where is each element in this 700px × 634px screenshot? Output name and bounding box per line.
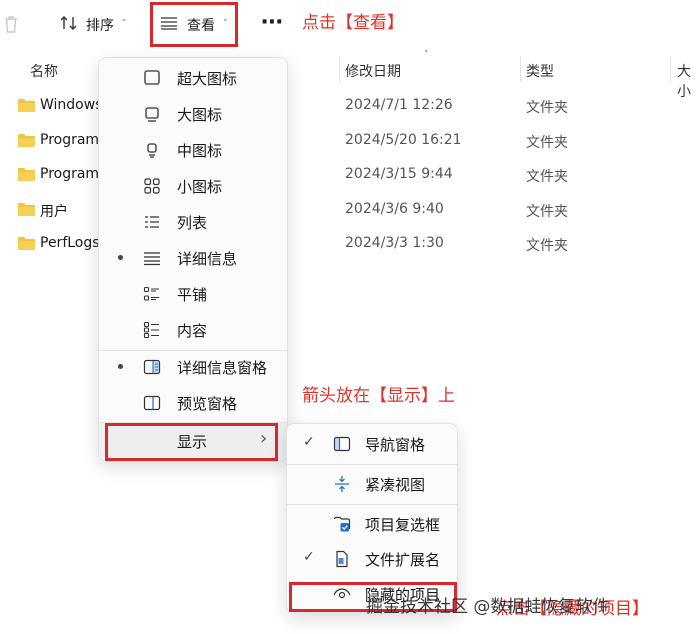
navigation-pane-icon	[333, 436, 351, 452]
file-modified: 2024/3/3 1:30	[345, 235, 444, 251]
file-name: 用户	[40, 204, 68, 220]
tiles-icon	[143, 286, 159, 301]
file-modified: 2024/3/6 9:40	[345, 201, 444, 217]
menu-item-large-icons[interactable]: 大图标	[99, 96, 287, 132]
column-divider[interactable]	[520, 56, 521, 82]
menu-item-label: 小图标	[177, 178, 223, 196]
menu-item-content[interactable]: 内容	[99, 312, 287, 348]
file-name: Program	[40, 166, 100, 182]
sort-icon	[60, 15, 78, 35]
menu-item-list[interactable]: 列表	[99, 204, 287, 240]
menu-item-label: 中图标	[177, 142, 223, 160]
view-menu: 超大图标 大图标 中图标 小图标 列表 详细信息 平铺 内容 详细信息窗格 预览…	[98, 57, 288, 461]
file-name: Windows	[40, 97, 103, 113]
menu-item-label: 导航窗格	[365, 436, 426, 454]
menu-item-label: 内容	[177, 322, 208, 340]
menu-item-show[interactable]: 显示 ›	[99, 423, 287, 459]
file-type: 文件夹	[526, 100, 568, 116]
menu-item-details-pane[interactable]: 详细信息窗格	[99, 349, 287, 385]
chevron-down-icon: ˅	[122, 19, 127, 29]
file-type: 文件夹	[526, 204, 568, 220]
menu-item-label: 紧凑视图	[365, 476, 426, 494]
sort-label: 排序	[86, 18, 114, 34]
extra-large-icons-icon	[144, 70, 160, 85]
watermark: 掘金技术社区 @数据蛙恢复软件	[366, 597, 610, 617]
file-extension-icon	[336, 550, 348, 568]
chevron-right-icon: ›	[260, 428, 268, 449]
file-modified: 2024/7/1 12:26	[345, 97, 453, 113]
menu-item-item-checkbox[interactable]: 项目复选框	[287, 506, 457, 542]
menu-item-extra-large-icons[interactable]: 超大图标	[99, 60, 287, 96]
large-icons-icon	[145, 107, 159, 122]
file-modified: 2024/5/20 16:21	[345, 132, 462, 148]
show-submenu: ✓ 导航窗格 紧凑视图 项目复选框 ✓ 文件扩展名 隐藏的项目	[286, 423, 458, 613]
menu-item-file-extension[interactable]: ✓ 文件扩展名	[287, 541, 457, 577]
column-type[interactable]: 类型	[526, 61, 554, 81]
more-options-button[interactable]: ⋯	[261, 10, 283, 35]
menu-item-navigation-pane[interactable]: ✓ 导航窗格	[287, 426, 457, 462]
sort-chevron-icon: ˅	[424, 50, 429, 60]
menu-item-label: 详细信息	[177, 250, 238, 268]
menu-item-details[interactable]: 详细信息	[99, 240, 287, 276]
delete-icon[interactable]	[3, 14, 19, 38]
folder-icon	[18, 168, 35, 181]
menu-item-small-icons[interactable]: 小图标	[99, 168, 287, 204]
annotation-hover-show: 箭头放在【显示】上	[302, 386, 455, 406]
menu-item-label: 项目复选框	[365, 516, 441, 534]
content-icon	[143, 321, 159, 339]
menu-item-label: 平铺	[177, 286, 208, 304]
view-icon	[160, 16, 178, 34]
check-icon: ✓	[303, 434, 315, 450]
more-icon: ⋯	[261, 10, 283, 35]
small-icons-icon	[144, 178, 160, 194]
column-divider[interactable]	[670, 56, 671, 82]
file-type: 文件夹	[526, 169, 568, 185]
hidden-items-icon	[333, 588, 351, 599]
selected-dot-icon	[118, 364, 123, 369]
compact-view-icon	[335, 476, 349, 492]
folder-icon	[18, 237, 35, 250]
details-icon	[144, 252, 160, 266]
list-icon	[145, 216, 159, 228]
column-divider[interactable]	[339, 56, 340, 82]
preview-pane-icon	[143, 395, 161, 411]
item-checkbox-icon	[333, 516, 351, 532]
medium-icons-icon	[147, 143, 157, 158]
menu-item-label: 详细信息窗格	[177, 359, 268, 377]
column-name[interactable]: 名称	[30, 61, 58, 81]
file-modified: 2024/3/15 9:44	[345, 166, 453, 182]
menu-item-label: 超大图标	[177, 70, 238, 88]
chevron-down-icon: ˅	[223, 19, 228, 29]
file-name: Program	[40, 132, 100, 148]
file-type: 文件夹	[526, 135, 568, 151]
view-button[interactable]: 查看 ˅	[160, 15, 228, 35]
selected-dot-icon	[118, 255, 123, 260]
column-modified[interactable]: 修改日期	[345, 61, 401, 81]
menu-item-compact-view[interactable]: 紧凑视图	[287, 466, 457, 502]
menu-divider	[287, 504, 457, 505]
sort-button[interactable]: 排序 ˅	[60, 15, 127, 35]
menu-item-label: 显示	[177, 433, 208, 451]
menu-item-label: 预览窗格	[177, 395, 238, 413]
check-icon: ✓	[303, 549, 315, 565]
menu-item-label: 文件扩展名	[365, 551, 441, 569]
view-label: 查看	[187, 18, 215, 34]
menu-item-preview-pane[interactable]: 预览窗格	[99, 385, 287, 421]
folder-icon	[18, 134, 35, 147]
menu-item-tiles[interactable]: 平铺	[99, 276, 287, 312]
folder-icon	[18, 203, 35, 216]
file-name: PerfLogs	[40, 235, 100, 251]
menu-item-label: 列表	[177, 214, 208, 232]
details-pane-icon	[143, 359, 161, 375]
menu-item-medium-icons[interactable]: 中图标	[99, 132, 287, 168]
annotation-click-view: 点击【查看】	[302, 13, 404, 33]
command-bar: 排序 ˅ 查看 ˅ ⋯ 点击【查看】	[0, 0, 700, 52]
menu-item-label: 大图标	[177, 106, 223, 124]
menu-divider	[287, 464, 457, 465]
folder-icon	[18, 99, 35, 112]
file-type: 文件夹	[526, 238, 568, 254]
